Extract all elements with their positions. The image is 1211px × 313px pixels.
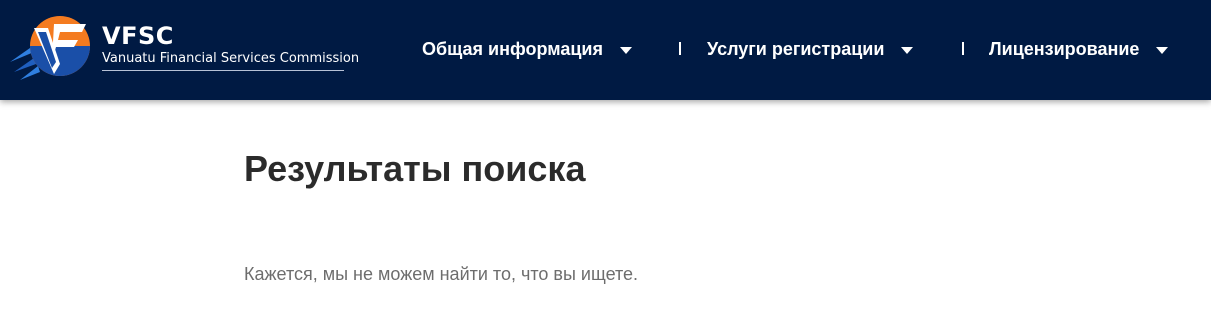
page-title: Результаты поиска — [244, 148, 586, 189]
nav-item-licensing[interactable]: Лицензирование — [989, 37, 1169, 61]
nav-item-label: Услуги регистрации — [707, 38, 885, 59]
vfsc-logo-icon — [10, 16, 90, 80]
logo-title: VFSC — [102, 22, 174, 50]
site-header: VFSC Vanuatu Financial Services Commissi… — [0, 0, 1211, 100]
chevron-down-icon — [1156, 46, 1169, 54]
logo-subtitle: Vanuatu Financial Services Commission — [102, 51, 360, 66]
logo-underline — [102, 70, 344, 71]
chevron-down-icon — [901, 46, 914, 54]
nav-item-registration-services[interactable]: Услуги регистрации — [707, 37, 914, 61]
chevron-down-icon — [619, 46, 632, 54]
site-logo[interactable]: VFSC Vanuatu Financial Services Commissi… — [8, 14, 359, 82]
no-results-message: Кажется, мы не можем найти то, что вы ищ… — [244, 264, 639, 284]
nav-separator — [679, 42, 681, 55]
nav-item-label: Общая информация — [422, 38, 603, 59]
nav-item-general-info[interactable]: Общая информация — [422, 37, 632, 61]
nav-separator — [962, 42, 964, 55]
nav-item-label: Лицензирование — [989, 38, 1140, 59]
